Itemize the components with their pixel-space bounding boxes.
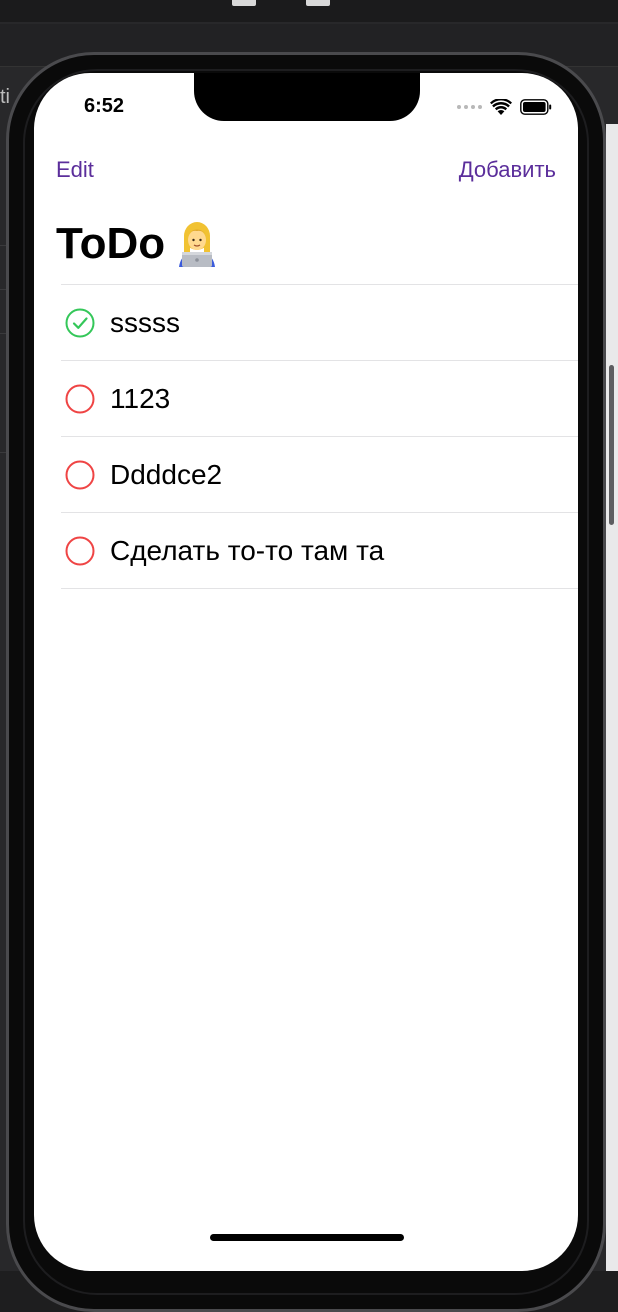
checkmark-circle-icon[interactable] xyxy=(64,307,96,339)
phone-screen: 6:52 Edit Добавить ToDo sssss 1123 Ddddc… xyxy=(34,73,578,1271)
todo-label: Ddddce2 xyxy=(110,458,223,490)
status-icons xyxy=(457,97,552,117)
page-title: ToDo xyxy=(56,219,166,268)
simulator-toolbar xyxy=(0,0,618,22)
todo-list: sssss 1123 Ddddce2 Сделать то-то там та xyxy=(61,284,578,589)
backdrop-side-text: ti xyxy=(0,86,10,108)
todo-label: 1123 xyxy=(110,382,171,414)
cellular-signal-icon xyxy=(457,105,482,109)
todo-row[interactable]: Сделать то-то там та xyxy=(61,513,578,589)
empty-circle-icon[interactable] xyxy=(64,383,96,415)
page-title-container: ToDo xyxy=(56,219,219,269)
scrollbar[interactable] xyxy=(609,365,614,525)
woman-technologist-icon xyxy=(179,222,216,267)
empty-circle-icon[interactable] xyxy=(64,535,96,567)
toolbar-button[interactable] xyxy=(232,0,256,6)
wifi-icon xyxy=(490,98,512,115)
notch xyxy=(194,73,420,121)
home-indicator[interactable] xyxy=(210,1234,404,1241)
todo-row[interactable]: 1123 xyxy=(61,361,578,437)
status-time: 6:52 xyxy=(84,95,125,117)
backdrop-right-panel xyxy=(606,124,618,1271)
todo-row[interactable]: Ddddce2 xyxy=(61,437,578,513)
add-button[interactable]: Добавить xyxy=(459,157,556,183)
todo-row[interactable]: sssss xyxy=(61,285,578,361)
todo-label: sssss xyxy=(110,306,180,338)
todo-label: Сделать то-то там та xyxy=(110,534,385,566)
toolbar-button[interactable] xyxy=(306,0,330,6)
edit-button[interactable]: Edit xyxy=(56,157,94,183)
battery-icon xyxy=(520,99,552,115)
empty-circle-icon[interactable] xyxy=(64,459,96,491)
